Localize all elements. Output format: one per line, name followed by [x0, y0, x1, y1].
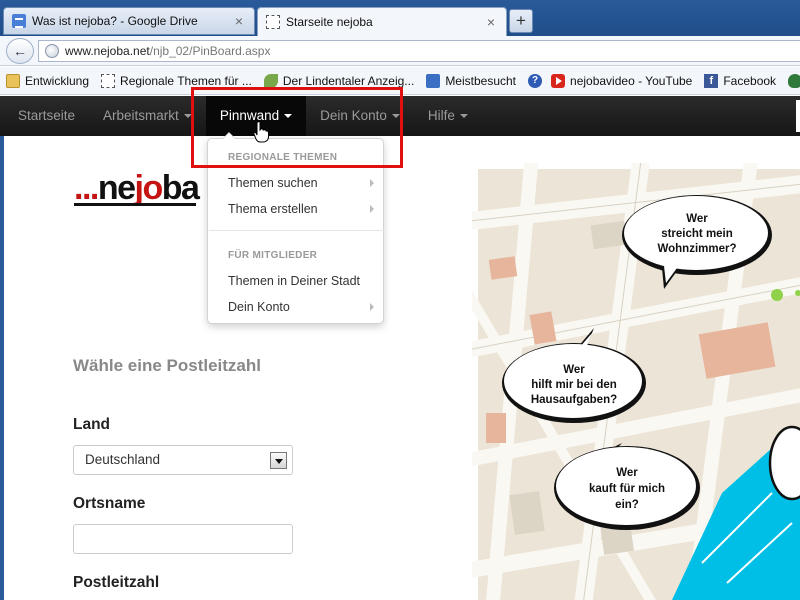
bookmark-label: Meistbesucht — [445, 73, 517, 88]
page-icon — [101, 73, 116, 88]
page-icon — [266, 15, 280, 29]
folder-icon — [6, 73, 20, 88]
google-docs-icon — [12, 14, 26, 28]
browser-tab-strip: Was ist nejoba? - Google Drive × Starsei… — [0, 0, 800, 36]
url-domain: www.nejoba.net — [65, 44, 150, 58]
youtube-icon — [551, 73, 566, 88]
bookmark-green[interactable] — [788, 73, 800, 88]
bookmark-label: Der Lindentaler Anzeig... — [282, 73, 415, 88]
facebook-icon: f — [704, 73, 719, 88]
nav-hilfe[interactable]: Hilfe — [414, 96, 482, 136]
menu-item-label: Dein Konto — [228, 300, 290, 314]
star-icon — [426, 73, 441, 88]
menu-item-label: Themen in Deiner Stadt — [228, 274, 361, 288]
logo-part-jo: jo — [134, 169, 164, 207]
bookmark-facebook[interactable]: f Facebook — [704, 73, 777, 88]
bubble-3-line-3: ein? — [615, 499, 639, 511]
nav-label: Hilfe — [427, 108, 455, 123]
bookmark-youtube[interactable]: nejobavideo - YouTube — [551, 73, 693, 88]
bubble-2-line-3: Hausaufgaben? — [531, 394, 617, 406]
browser-tab-google-drive[interactable]: Was ist nejoba? - Google Drive × — [3, 7, 255, 35]
leaf-icon — [263, 73, 278, 88]
bubble-3-line-2: kauft für mich — [589, 483, 665, 495]
back-button[interactable]: ← — [6, 38, 34, 64]
logo-dots: ... — [74, 169, 99, 207]
bubble-2-line-2: hilft mir bei den — [531, 379, 617, 391]
bubble-1-line-2: streicht mein — [661, 228, 733, 240]
nav-startseite[interactable]: Startseite — [0, 96, 89, 136]
menu-item-themen-suchen[interactable]: Themen suchen — [228, 176, 378, 190]
bubble-2-line-1: Wer — [563, 364, 585, 376]
help-icon: ? — [528, 73, 543, 88]
globe-icon — [45, 44, 59, 58]
ortsname-input[interactable] — [73, 524, 293, 554]
window-edge — [0, 136, 4, 600]
bubble-1-line-1: Wer — [686, 213, 708, 225]
menu-item-themen-in-deiner-stadt[interactable]: Themen in Deiner Stadt — [228, 274, 378, 288]
chevron-right-icon — [370, 179, 374, 187]
chevron-right-icon — [370, 303, 374, 311]
chevron-right-icon — [370, 205, 374, 213]
bookmark-lindentaler[interactable]: Der Lindentaler Anzeig... — [263, 73, 415, 88]
menu-item-thema-erstellen[interactable]: Thema erstellen — [228, 202, 378, 216]
bubble-1-line-3: Wohnzimmer? — [657, 243, 736, 255]
bookmark-meistbesucht[interactable]: Meistbesucht — [426, 73, 517, 88]
menu-item-dein-konto[interactable]: Dein Konto — [228, 300, 378, 314]
nav-arbeitsmarkt[interactable]: Arbeitsmarkt — [89, 96, 206, 136]
bookmark-label: nejobavideo - YouTube — [570, 73, 693, 88]
hand-cursor-icon — [253, 121, 269, 143]
dropdown-divider — [209, 230, 384, 231]
city-map-illustration: Wer streicht mein Wohnzimmer? Wer hilft … — [472, 163, 800, 600]
bookmark-label: Regionale Themen für ... — [120, 73, 252, 88]
menu-item-label: Themen suchen — [228, 176, 318, 190]
form-title: Wähle eine Postleitzahl — [73, 356, 261, 375]
tab-title: Starseite nejoba — [286, 15, 373, 29]
land-label: Land — [73, 416, 111, 433]
browser-tab-nejoba[interactable]: Starseite nejoba × — [257, 7, 507, 36]
close-icon[interactable]: × — [484, 14, 498, 30]
logo-part-ne: ne — [97, 169, 136, 207]
logo-part-ba: ba — [161, 169, 200, 207]
bookmark-entwicklung[interactable]: Entwicklung — [6, 73, 90, 88]
nejoba-logo[interactable]: ...nejoba — [74, 168, 200, 208]
address-bar-row: ← www.nejoba.net/njb_02/PinBoard.aspx — [0, 36, 800, 66]
land-select-value: Deutschland — [85, 452, 161, 467]
logo-underline — [74, 203, 196, 206]
menu-item-label: Thema erstellen — [228, 202, 318, 216]
highlight-annotation-box — [191, 87, 403, 168]
bubble-3-line-1: Wer — [616, 467, 638, 479]
land-select[interactable]: Deutschland — [73, 445, 293, 475]
dropdown-header-fuer-mitglieder: FÜR MITGLIEDER — [228, 250, 318, 261]
tab-title: Was ist nejoba? - Google Drive — [32, 14, 198, 28]
nav-label: Startseite — [18, 108, 76, 123]
caret-down-icon — [459, 114, 468, 118]
bookmark-label: Facebook — [723, 73, 777, 88]
nav-label: Arbeitsmarkt — [103, 108, 179, 123]
postleitzahl-label: Postleitzahl — [73, 574, 160, 591]
chevron-down-icon[interactable] — [270, 452, 287, 469]
bookmark-help[interactable]: ? — [528, 73, 547, 88]
close-icon[interactable]: × — [232, 13, 246, 29]
url-field[interactable]: www.nejoba.net/njb_02/PinBoard.aspx — [38, 40, 800, 62]
map-svg: Wer streicht mein Wohnzimmer? Wer hilft … — [472, 163, 800, 600]
ortsname-label: Ortsname — [73, 495, 146, 512]
new-tab-button[interactable]: + — [509, 9, 533, 33]
url-path: /njb_02/PinBoard.aspx — [149, 44, 271, 58]
bookmark-regionale-themen[interactable]: Regionale Themen für ... — [101, 73, 252, 88]
green-icon — [788, 73, 800, 88]
nav-edge-box — [796, 100, 800, 132]
bookmark-label: Entwicklung — [25, 73, 90, 88]
